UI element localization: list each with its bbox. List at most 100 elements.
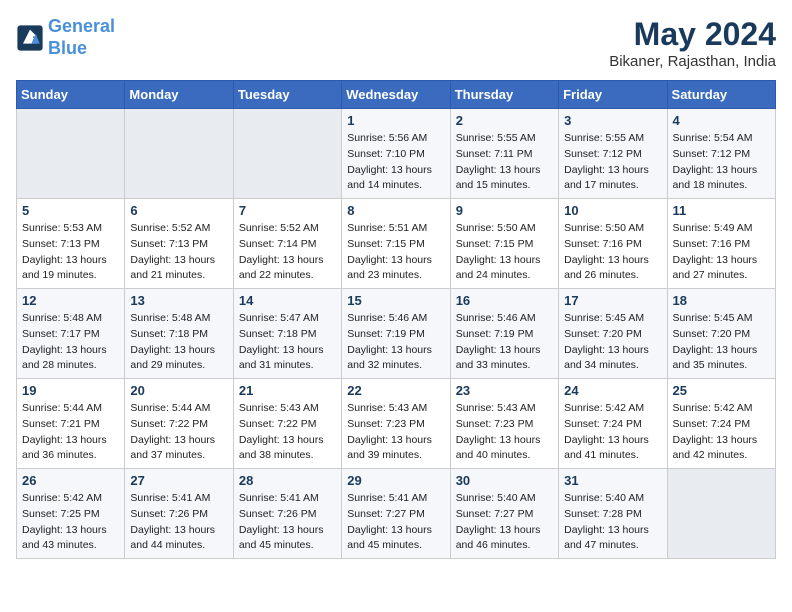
day-info: Sunrise: 5:40 AM Sunset: 7:27 PM Dayligh…: [456, 491, 553, 554]
day-number: 25: [673, 383, 770, 398]
calendar-day-12: 12 Sunrise: 5:48 AM Sunset: 7:17 PM Dayli…: [17, 289, 125, 379]
calendar-week-row: 12 Sunrise: 5:48 AM Sunset: 7:17 PM Dayli…: [17, 289, 776, 379]
day-info: Sunrise: 5:52 AM Sunset: 7:13 PM Dayligh…: [130, 221, 227, 284]
day-number: 27: [130, 473, 227, 488]
day-info: Sunrise: 5:43 AM Sunset: 7:23 PM Dayligh…: [456, 401, 553, 464]
day-info: Sunrise: 5:51 AM Sunset: 7:15 PM Dayligh…: [347, 221, 444, 284]
day-number: 8: [347, 203, 444, 218]
calendar-day-28: 28 Sunrise: 5:41 AM Sunset: 7:26 PM Dayli…: [233, 469, 341, 559]
day-number: 6: [130, 203, 227, 218]
calendar-day-10: 10Sunrise: 5:50 AM Sunset: 7:16 PM Dayli…: [559, 199, 667, 289]
day-number: 3: [564, 113, 661, 128]
calendar-day-29: 29 Sunrise: 5:41 AM Sunset: 7:27 PM Dayli…: [342, 469, 450, 559]
weekday-header-row: SundayMondayTuesdayWednesdayThursdayFrid…: [17, 81, 776, 109]
day-info: Sunrise: 5:46 AM Sunset: 7:19 PM Dayligh…: [456, 311, 553, 374]
day-number: 17: [564, 293, 661, 308]
calendar-week-row: 5 Sunrise: 5:53 AM Sunset: 7:13 PM Daylig…: [17, 199, 776, 289]
calendar-day-18: 18Sunrise: 5:45 AM Sunset: 7:20 PM Dayli…: [667, 289, 775, 379]
calendar-day-3: 3 Sunrise: 5:55 AM Sunset: 7:12 PM Daylig…: [559, 109, 667, 199]
day-info: Sunrise: 5:42 AM Sunset: 7:24 PM Dayligh…: [564, 401, 661, 464]
page-header: General Blue May 2024 Bikaner, Rajasthan…: [16, 16, 776, 70]
calendar-day-19: 19 Sunrise: 5:44 AM Sunset: 7:21 PM Dayli…: [17, 379, 125, 469]
day-number: 13: [130, 293, 227, 308]
day-number: 18: [673, 293, 770, 308]
day-number: 23: [456, 383, 553, 398]
month-title: May 2024: [609, 16, 776, 53]
calendar-empty-cell: [233, 109, 341, 199]
calendar-day-2: 2Sunrise: 5:55 AM Sunset: 7:11 PM Daylig…: [450, 109, 558, 199]
day-info: Sunrise: 5:44 AM Sunset: 7:21 PM Dayligh…: [22, 401, 119, 464]
calendar-day-8: 8 Sunrise: 5:51 AM Sunset: 7:15 PM Daylig…: [342, 199, 450, 289]
day-info: Sunrise: 5:41 AM Sunset: 7:27 PM Dayligh…: [347, 491, 444, 554]
day-info: Sunrise: 5:42 AM Sunset: 7:25 PM Dayligh…: [22, 491, 119, 554]
day-number: 29: [347, 473, 444, 488]
day-info: Sunrise: 5:48 AM Sunset: 7:18 PM Dayligh…: [130, 311, 227, 374]
day-number: 30: [456, 473, 553, 488]
calendar-day-7: 7Sunrise: 5:52 AM Sunset: 7:14 PM Daylig…: [233, 199, 341, 289]
logo-icon: [16, 24, 44, 52]
day-number: 26: [22, 473, 119, 488]
day-info: Sunrise: 5:40 AM Sunset: 7:28 PM Dayligh…: [564, 491, 661, 554]
day-info: Sunrise: 5:53 AM Sunset: 7:13 PM Dayligh…: [22, 221, 119, 284]
calendar-day-16: 16Sunrise: 5:46 AM Sunset: 7:19 PM Dayli…: [450, 289, 558, 379]
calendar-day-13: 13 Sunrise: 5:48 AM Sunset: 7:18 PM Dayli…: [125, 289, 233, 379]
day-info: Sunrise: 5:48 AM Sunset: 7:17 PM Dayligh…: [22, 311, 119, 374]
calendar-day-9: 9 Sunrise: 5:50 AM Sunset: 7:15 PM Daylig…: [450, 199, 558, 289]
day-number: 28: [239, 473, 336, 488]
day-number: 15: [347, 293, 444, 308]
weekday-header-friday: Friday: [559, 81, 667, 109]
day-number: 19: [22, 383, 119, 398]
calendar-day-25: 25 Sunrise: 5:42 AM Sunset: 7:24 PM Dayli…: [667, 379, 775, 469]
logo-text: General Blue: [48, 16, 115, 59]
day-number: 10: [564, 203, 661, 218]
day-info: Sunrise: 5:50 AM Sunset: 7:15 PM Dayligh…: [456, 221, 553, 284]
calendar-day-17: 17 Sunrise: 5:45 AM Sunset: 7:20 PM Dayli…: [559, 289, 667, 379]
calendar-week-row: 1 Sunrise: 5:56 AM Sunset: 7:10 PM Daylig…: [17, 109, 776, 199]
day-number: 5: [22, 203, 119, 218]
calendar-day-6: 6 Sunrise: 5:52 AM Sunset: 7:13 PM Daylig…: [125, 199, 233, 289]
day-info: Sunrise: 5:46 AM Sunset: 7:19 PM Dayligh…: [347, 311, 444, 374]
calendar-day-23: 23 Sunrise: 5:43 AM Sunset: 7:23 PM Dayli…: [450, 379, 558, 469]
day-info: Sunrise: 5:44 AM Sunset: 7:22 PM Dayligh…: [130, 401, 227, 464]
calendar-day-5: 5 Sunrise: 5:53 AM Sunset: 7:13 PM Daylig…: [17, 199, 125, 289]
calendar-day-22: 22Sunrise: 5:43 AM Sunset: 7:23 PM Dayli…: [342, 379, 450, 469]
calendar-week-row: 26 Sunrise: 5:42 AM Sunset: 7:25 PM Dayli…: [17, 469, 776, 559]
calendar-day-30: 30 Sunrise: 5:40 AM Sunset: 7:27 PM Dayli…: [450, 469, 558, 559]
day-info: Sunrise: 5:47 AM Sunset: 7:18 PM Dayligh…: [239, 311, 336, 374]
day-info: Sunrise: 5:56 AM Sunset: 7:10 PM Dayligh…: [347, 131, 444, 194]
day-number: 9: [456, 203, 553, 218]
calendar-day-4: 4 Sunrise: 5:54 AM Sunset: 7:12 PM Daylig…: [667, 109, 775, 199]
weekday-header-sunday: Sunday: [17, 81, 125, 109]
day-number: 20: [130, 383, 227, 398]
day-number: 11: [673, 203, 770, 218]
day-info: Sunrise: 5:42 AM Sunset: 7:24 PM Dayligh…: [673, 401, 770, 464]
calendar-day-20: 20 Sunrise: 5:44 AM Sunset: 7:22 PM Dayli…: [125, 379, 233, 469]
weekday-header-wednesday: Wednesday: [342, 81, 450, 109]
calendar-day-27: 27 Sunrise: 5:41 AM Sunset: 7:26 PM Dayli…: [125, 469, 233, 559]
day-info: Sunrise: 5:41 AM Sunset: 7:26 PM Dayligh…: [130, 491, 227, 554]
calendar-body: 1 Sunrise: 5:56 AM Sunset: 7:10 PM Daylig…: [17, 109, 776, 559]
title-area: May 2024 Bikaner, Rajasthan, India: [609, 16, 776, 70]
day-info: Sunrise: 5:55 AM Sunset: 7:12 PM Dayligh…: [564, 131, 661, 194]
calendar-day-14: 14Sunrise: 5:47 AM Sunset: 7:18 PM Dayli…: [233, 289, 341, 379]
day-number: 12: [22, 293, 119, 308]
day-number: 31: [564, 473, 661, 488]
day-number: 24: [564, 383, 661, 398]
calendar-day-15: 15 Sunrise: 5:46 AM Sunset: 7:19 PM Dayli…: [342, 289, 450, 379]
calendar-week-row: 19 Sunrise: 5:44 AM Sunset: 7:21 PM Dayli…: [17, 379, 776, 469]
day-number: 22: [347, 383, 444, 398]
calendar-empty-cell: [17, 109, 125, 199]
weekday-header-saturday: Saturday: [667, 81, 775, 109]
day-info: Sunrise: 5:43 AM Sunset: 7:22 PM Dayligh…: [239, 401, 336, 464]
calendar-empty-cell: [125, 109, 233, 199]
day-info: Sunrise: 5:41 AM Sunset: 7:26 PM Dayligh…: [239, 491, 336, 554]
day-number: 1: [347, 113, 444, 128]
calendar-table: SundayMondayTuesdayWednesdayThursdayFrid…: [16, 80, 776, 559]
calendar-day-24: 24 Sunrise: 5:42 AM Sunset: 7:24 PM Dayli…: [559, 379, 667, 469]
day-info: Sunrise: 5:45 AM Sunset: 7:20 PM Dayligh…: [564, 311, 661, 374]
day-number: 4: [673, 113, 770, 128]
calendar-day-21: 21Sunrise: 5:43 AM Sunset: 7:22 PM Dayli…: [233, 379, 341, 469]
day-info: Sunrise: 5:54 AM Sunset: 7:12 PM Dayligh…: [673, 131, 770, 194]
weekday-header-thursday: Thursday: [450, 81, 558, 109]
calendar-day-11: 11Sunrise: 5:49 AM Sunset: 7:16 PM Dayli…: [667, 199, 775, 289]
